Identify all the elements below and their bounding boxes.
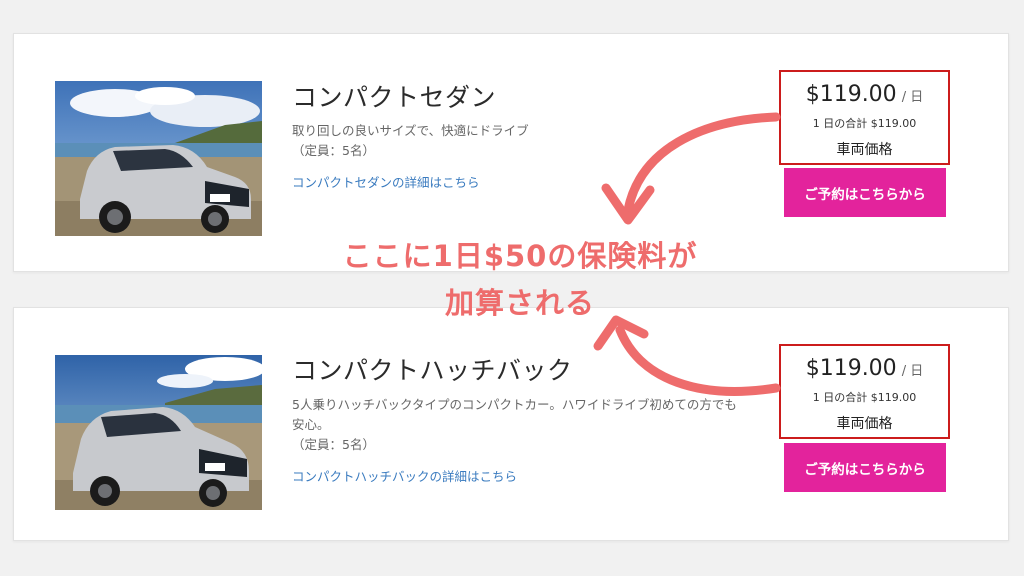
car-title: コンパクトハッチバック [292,356,573,385]
reserve-button-sedan[interactable]: ご予約はこちらから [784,168,946,217]
daily-total: 1 日の合計 $119.00 [812,117,917,130]
reserve-button-hatchback[interactable]: ご予約はこちらから [784,443,946,492]
price-box: $119.00 / 日 1 日の合計 $119.00 車両価格 [779,344,950,439]
car-description: 5人乗りハッチバックタイプのコンパクトカー。ハワイドライブ初めての方でも安心。 … [292,397,737,452]
price-amount: $119.00 [805,356,897,381]
price-amount: $119.00 [805,82,897,107]
detail-link-sedan[interactable]: コンパクトセダンの詳細はこちら [292,172,480,191]
car-title: コンパクトセダン [292,83,497,112]
insurance-annotation: ここに1日$50の保険料が 加算される [342,239,698,320]
price-caption: 車両価格 [836,416,893,432]
price-box: $119.00 / 日 1 日の合計 $119.00 車両価格 [779,70,950,165]
daily-total: 1 日の合計 $119.00 [812,391,917,404]
car-description: 取り回しの良いサイズで、快適にドライブ （定員：5名） [292,123,529,158]
detail-link-hatchback[interactable]: コンパクトハッチバックの詳細はこちら [292,466,517,485]
price-caption: 車両価格 [836,142,893,158]
price-unit: / 日 [901,90,924,105]
sedan-car-photo [55,81,262,236]
listing-card-hatchback: コンパクトハッチバック 5人乗りハッチバックタイプのコンパクトカー。ハワイドライ… [13,307,1009,541]
price-unit: / 日 [901,364,924,379]
hatchback-car-photo [55,355,262,510]
